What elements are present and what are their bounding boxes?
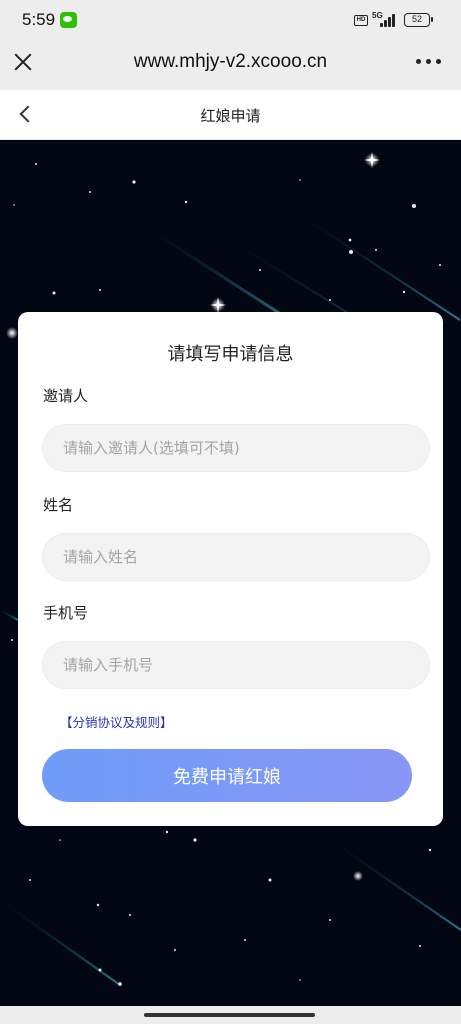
navigation-bar <box>0 1006 461 1024</box>
submit-button[interactable]: 免费申请红娘 <box>42 749 412 802</box>
name-label: 姓名 <box>43 496 74 514</box>
status-time: 5:59 <box>22 10 56 29</box>
battery-icon: 52 <box>404 13 433 27</box>
hd-icon: HD <box>354 15 368 26</box>
agreement-link[interactable]: 【分销协议及规则】 <box>60 712 173 731</box>
inviter-label: 邀请人 <box>43 387 89 405</box>
inviter-input[interactable] <box>42 424 430 472</box>
phone-label: 手机号 <box>43 604 89 622</box>
status-bar: 5:59 HD 5G 52 <box>0 0 461 40</box>
application-form-card: 请填写申请信息 邀请人 姓名 手机号 【分销协议及规则】 免费申请红娘 <box>18 312 443 826</box>
page-title: 红娘申请 <box>200 107 261 125</box>
form-title: 请填写申请信息 <box>167 344 294 365</box>
wechat-icon <box>60 12 77 28</box>
browser-url: www.mhjy-v2.xcooo.cn <box>133 51 328 72</box>
home-indicator[interactable] <box>144 1013 315 1017</box>
more-icon[interactable] <box>416 59 442 65</box>
signal-icon <box>380 13 400 27</box>
phone-input[interactable] <box>42 641 430 689</box>
name-input[interactable] <box>42 533 430 581</box>
page-header: 红娘申请 <box>0 90 461 140</box>
browser-bar: www.mhjy-v2.xcooo.cn <box>0 40 461 90</box>
